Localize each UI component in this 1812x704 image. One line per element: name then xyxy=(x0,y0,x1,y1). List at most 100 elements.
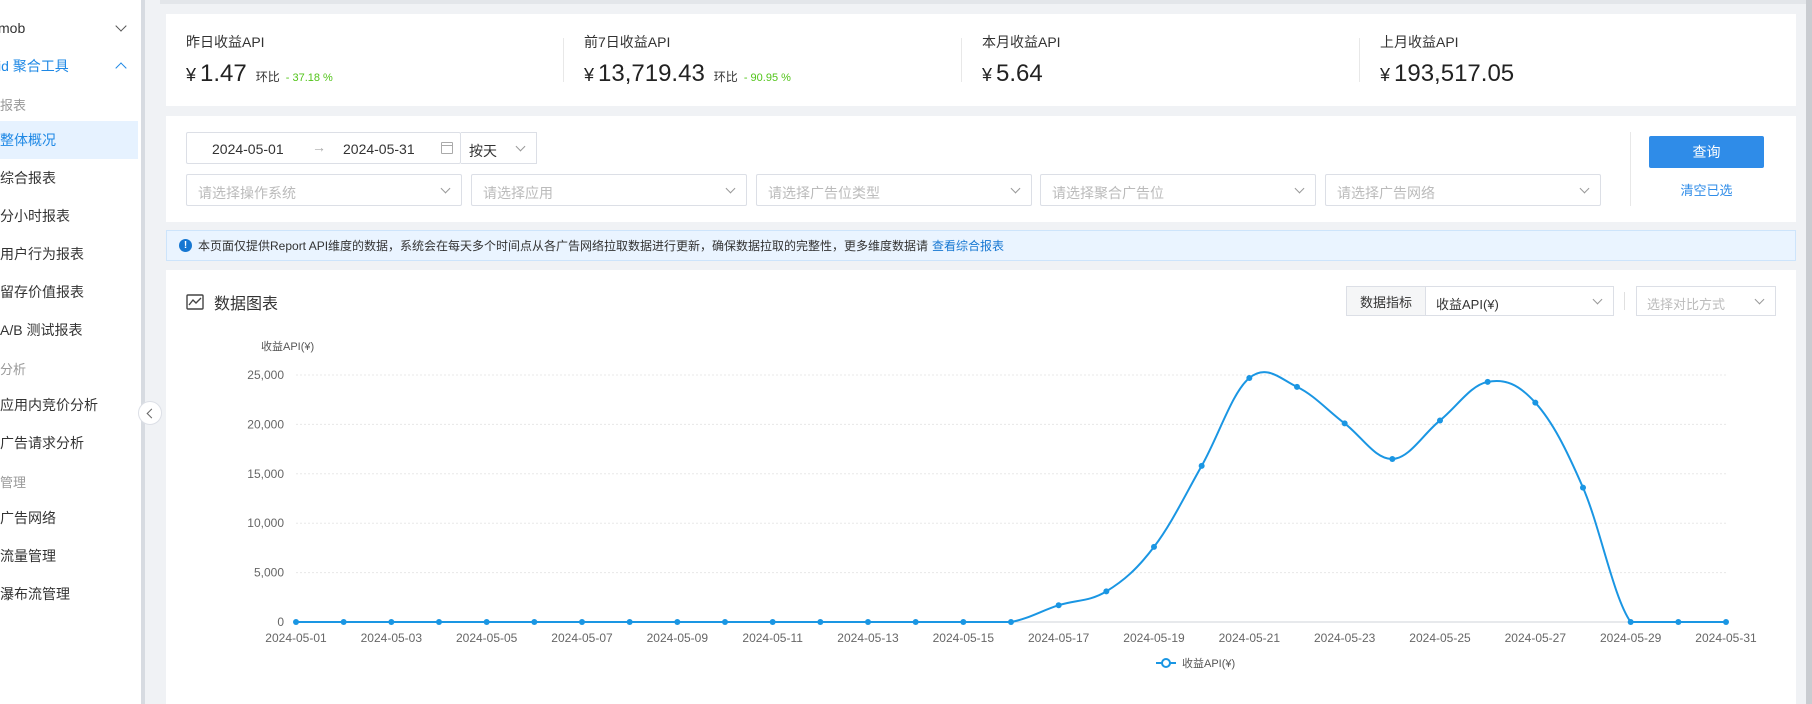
page-scrollbar[interactable] xyxy=(1806,0,1812,704)
top-border xyxy=(160,0,1806,4)
chevron-down-icon xyxy=(1754,294,1765,305)
stat-value: 193,517.05 xyxy=(1394,60,1515,87)
stat-label: 上月收益API xyxy=(1380,34,1459,50)
sidebar-item-label: 报表 xyxy=(0,97,27,113)
chart-title-text: 数据图表 xyxy=(214,296,279,313)
data-point xyxy=(293,619,299,625)
granularity-select[interactable]: 按天 xyxy=(461,132,537,164)
compare-label: 环比 xyxy=(713,70,738,84)
sidebar-item-in-app-bidding-analysis[interactable]: 应用内竞价分析 xyxy=(0,386,141,424)
data-point xyxy=(1294,383,1300,390)
sidebar-item-ab-test-report[interactable]: A/B 测试报表 xyxy=(0,311,141,349)
sidebar-item-mob[interactable]: mob xyxy=(0,9,141,47)
sidebar-item-label: 整体概况 xyxy=(0,132,56,148)
stat-label: 前7日收益API xyxy=(584,34,671,50)
stat-last-7-days: 前7日收益API ¥ 13,719.43 环比 - 90.95 % xyxy=(564,14,961,106)
sidebar-item-traffic-management[interactable]: 流量管理 xyxy=(0,537,141,575)
legend-marker xyxy=(1161,658,1171,668)
chevron-down-icon xyxy=(440,183,451,194)
app-select[interactable]: 请选择应用 xyxy=(471,174,747,206)
chevron-down-icon xyxy=(1592,294,1603,305)
compare-select[interactable]: 选择对比方式 xyxy=(1636,286,1776,316)
x-tick-label: 2024-05-05 xyxy=(456,631,518,645)
chevron-up-icon xyxy=(115,62,127,74)
data-point xyxy=(1103,588,1110,595)
compare-value: - 37.18 % xyxy=(285,72,333,84)
sidebar-item-label: mob xyxy=(0,20,26,36)
sidebar-item-group-management: 管理 xyxy=(0,462,141,500)
metric-select[interactable]: 收益API(¥) xyxy=(1426,286,1614,316)
sidebar-item-summary-report[interactable]: 综合报表 xyxy=(0,159,141,197)
x-tick-label: 2024-05-23 xyxy=(1314,631,1376,645)
chart-title: 数据图表 xyxy=(186,290,278,314)
sidebar-item-hourly-report[interactable]: 分小时报表 xyxy=(0,197,141,235)
currency-symbol: ¥ xyxy=(1380,65,1391,85)
sidebar-item-ad-request-analysis[interactable]: 广告请求分析 xyxy=(0,424,141,462)
sidebar-item-label: 留存价值报表 xyxy=(0,284,84,300)
metric-select-value: 收益API(¥) xyxy=(1436,297,1499,312)
view-report-link[interactable]: 查看综合报表 xyxy=(932,237,1004,254)
data-point xyxy=(1151,543,1157,550)
sidebar-item-label: 流量管理 xyxy=(0,548,56,564)
sidebar-item-group-report: 报表 xyxy=(0,85,141,123)
chart-card: 数据图表 数据指标 收益API(¥) 选择对比方式 收益API(¥) 0 5,000… xyxy=(166,270,1796,704)
query-button[interactable]: 查询 xyxy=(1649,136,1764,168)
x-tick-label: 2024-05-21 xyxy=(1219,631,1281,645)
sidebar-item-label: 管理 xyxy=(0,474,27,490)
mediation-unit-select[interactable]: 请选择聚合广告位 xyxy=(1040,174,1316,206)
notice-text: 本页面仅提供Report API维度的数据，系统会在每天多个时间点从各广告网络拉… xyxy=(198,239,929,253)
y-tick-label: 5,000 xyxy=(254,566,284,580)
sidebar-item-section[interactable]: id 聚合工具 xyxy=(0,47,141,85)
x-tick-label: 2024-05-07 xyxy=(551,631,613,645)
sidebar-item-group-analysis: 分析 xyxy=(0,349,141,387)
x-tick-label: 2024-05-31 xyxy=(1695,631,1757,645)
filter-card: 2024-05-01 → 2024-05-31 按天 请选择操作系统 请选择应用… xyxy=(166,116,1796,222)
clear-selection-link[interactable]: 清空已选 xyxy=(1649,178,1764,200)
collapse-sidebar-button[interactable] xyxy=(138,401,162,425)
stat-value: 13,719.43 xyxy=(598,60,705,87)
ad-type-select[interactable]: 请选择广告位类型 xyxy=(756,174,1032,206)
os-select[interactable]: 请选择操作系统 xyxy=(186,174,462,206)
chevron-down-icon xyxy=(1010,183,1021,194)
data-point xyxy=(579,619,585,625)
y-tick-label: 15,000 xyxy=(247,467,284,481)
sidebar-item-label: 综合报表 xyxy=(0,170,56,186)
sidebar-item-user-behavior-report[interactable]: 用户行为报表 xyxy=(0,235,141,273)
sidebar-item-ad-network[interactable]: 广告网络 xyxy=(0,499,141,537)
data-point xyxy=(388,619,395,625)
compare-value: - 90.95 % xyxy=(743,72,791,84)
sidebar-item-retention-report[interactable]: 留存价值报表 xyxy=(0,273,141,311)
chevron-down-icon xyxy=(1579,183,1590,194)
y-tick-label: 20,000 xyxy=(247,417,284,431)
sidebar-item-overview[interactable]: 整体概况 xyxy=(0,121,138,159)
summary-card: 昨日收益API ¥ 1.47 环比 - 37.18 % 前7日收益API ¥ 1… xyxy=(166,14,1796,106)
data-point xyxy=(1055,602,1062,609)
currency-symbol: ¥ xyxy=(982,65,993,85)
x-tick-label: 2024-05-03 xyxy=(361,631,423,645)
sidebar-item-label: 分析 xyxy=(0,361,27,377)
stat-last-month: 上月收益API ¥ 193,517.05 xyxy=(1360,14,1757,106)
date-range-picker[interactable]: 2024-05-01 → 2024-05-31 xyxy=(186,132,461,164)
ad-network-select[interactable]: 请选择广告网络 xyxy=(1325,174,1601,206)
data-point xyxy=(1723,619,1729,625)
divider xyxy=(1630,132,1631,206)
sidebar-item-waterfall-management[interactable]: 瀑布流管理 xyxy=(0,575,141,613)
data-point xyxy=(1198,462,1205,469)
stat-label: 本月收益API xyxy=(982,34,1061,50)
x-tick-label: 2024-05-25 xyxy=(1409,631,1471,645)
x-tick-label: 2024-05-19 xyxy=(1123,631,1185,645)
date-end[interactable]: 2024-05-31 xyxy=(343,141,415,157)
x-tick-label: 2024-05-27 xyxy=(1505,631,1567,645)
chevron-down-icon xyxy=(725,183,736,194)
data-point xyxy=(1341,420,1348,427)
x-tick-label: 2024-05-15 xyxy=(933,631,995,645)
date-start[interactable]: 2024-05-01 xyxy=(212,141,284,157)
y-axis-label: 收益API(¥) xyxy=(261,339,314,353)
granularity-value: 按天 xyxy=(469,143,497,159)
data-point xyxy=(1675,619,1682,625)
info-icon: ! xyxy=(179,239,192,252)
network-select-placeholder: 请选择广告网络 xyxy=(1337,185,1435,201)
divider xyxy=(1624,292,1625,310)
data-point xyxy=(865,619,871,625)
sidebar-item-label: A/B 测试报表 xyxy=(0,322,83,338)
